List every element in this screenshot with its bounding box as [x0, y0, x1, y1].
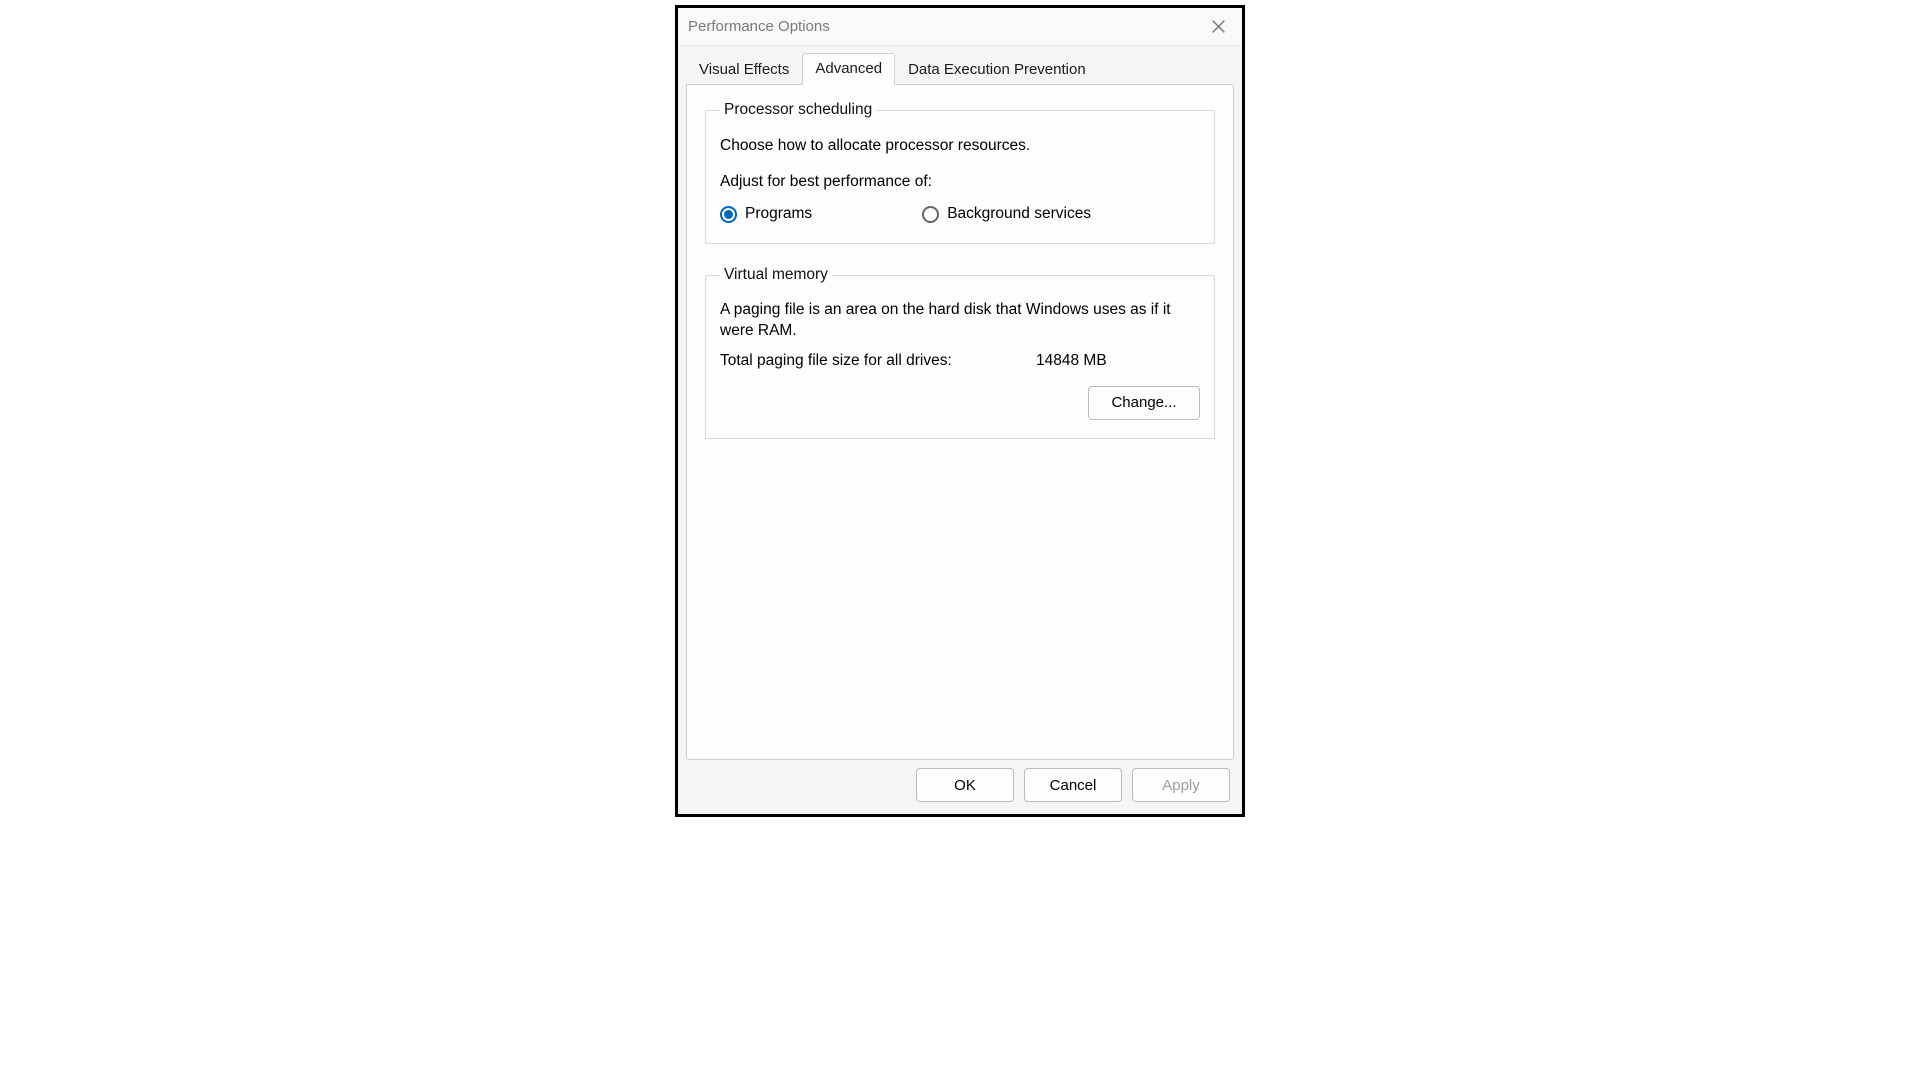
tab-data-execution-prevention[interactable]: Data Execution Prevention — [895, 54, 1099, 85]
tab-advanced[interactable]: Advanced — [802, 53, 895, 85]
processor-scheduling-group: Processor scheduling Choose how to alloc… — [705, 101, 1215, 244]
virtual-memory-group: Virtual memory A paging file is an area … — [705, 266, 1215, 439]
paging-file-total-label: Total paging file size for all drives: — [720, 352, 1036, 370]
change-button[interactable]: Change... — [1088, 386, 1200, 420]
performance-options-dialog: Performance Options Visual Effects Advan… — [675, 5, 1245, 817]
processor-scheduling-legend: Processor scheduling — [720, 101, 876, 119]
dialog-footer: OK Cancel Apply — [678, 768, 1242, 814]
close-icon — [1212, 20, 1225, 33]
tab-visual-effects[interactable]: Visual Effects — [686, 54, 802, 85]
radio-programs-label: Programs — [745, 205, 812, 223]
virtual-memory-description: A paging file is an area on the hard dis… — [720, 300, 1200, 342]
cancel-button[interactable]: Cancel — [1024, 768, 1122, 802]
virtual-memory-legend: Virtual memory — [720, 266, 832, 284]
apply-button[interactable]: Apply — [1132, 768, 1230, 802]
radio-programs[interactable]: Programs — [720, 205, 812, 223]
radio-icon — [720, 206, 737, 223]
paging-file-total-row: Total paging file size for all drives: 1… — [720, 352, 1200, 370]
window-title: Performance Options — [688, 18, 830, 35]
processor-scheduling-description: Choose how to allocate processor resourc… — [720, 137, 1200, 155]
close-button[interactable] — [1200, 13, 1236, 41]
paging-file-total-value: 14848 MB — [1036, 352, 1107, 370]
processor-scheduling-radios: Programs Background services — [720, 205, 1200, 223]
radio-background-label: Background services — [947, 205, 1091, 223]
processor-scheduling-subheading: Adjust for best performance of: — [720, 173, 1200, 191]
ok-button[interactable]: OK — [916, 768, 1014, 802]
radio-icon — [922, 206, 939, 223]
radio-background-services[interactable]: Background services — [922, 205, 1091, 223]
tab-strip: Visual Effects Advanced Data Execution P… — [678, 46, 1242, 84]
titlebar: Performance Options — [678, 8, 1242, 46]
advanced-tab-panel: Processor scheduling Choose how to alloc… — [686, 84, 1234, 760]
